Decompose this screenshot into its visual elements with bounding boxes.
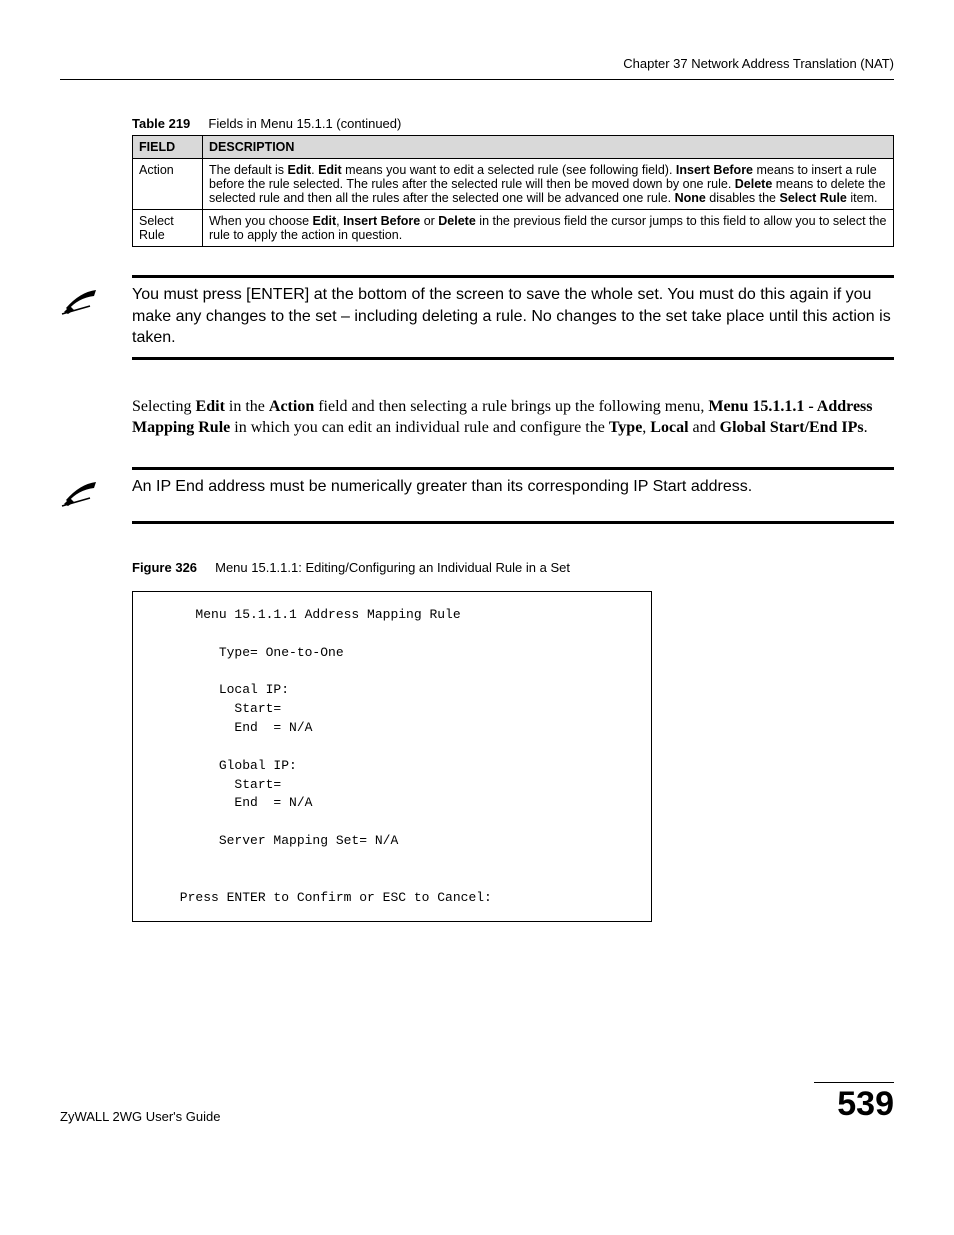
- chapter-header: Chapter 37 Network Address Translation (…: [60, 56, 894, 80]
- description-cell: The default is Edit. Edit means you want…: [203, 159, 894, 210]
- note-icon: [60, 476, 104, 513]
- note-text: An IP End address must be numerically gr…: [132, 476, 894, 498]
- note-divider: [132, 467, 894, 470]
- figure-number: Figure 326: [132, 560, 197, 575]
- table-caption-text: Fields in Menu 15.1.1 (continued): [208, 116, 401, 131]
- terminal-screenshot: Menu 15.1.1.1 Address Mapping Rule Type=…: [132, 591, 652, 923]
- footer-guide-title: ZyWALL 2WG User's Guide: [60, 1109, 220, 1124]
- table-row: Select Rule When you choose Edit, Insert…: [133, 210, 894, 247]
- table-header-row: FIELD DESCRIPTION: [133, 136, 894, 159]
- table-row: Action The default is Edit. Edit means y…: [133, 159, 894, 210]
- col-description: DESCRIPTION: [203, 136, 894, 159]
- table-number: Table 219: [132, 116, 190, 131]
- fields-table: FIELD DESCRIPTION Action The default is …: [132, 135, 894, 247]
- note-divider: [132, 521, 894, 524]
- note-block: You must press [ENTER] at the bottom of …: [60, 275, 894, 360]
- description-cell: When you choose Edit, Insert Before or D…: [203, 210, 894, 247]
- note-icon: [60, 284, 104, 321]
- figure-caption-text: Menu 15.1.1.1: Editing/Configuring an In…: [215, 560, 570, 575]
- field-cell: Select Rule: [133, 210, 203, 247]
- col-field: FIELD: [133, 136, 203, 159]
- page-footer: ZyWALL 2WG User's Guide 539: [0, 1082, 954, 1152]
- note-text: You must press [ENTER] at the bottom of …: [132, 284, 894, 349]
- figure-caption: Figure 326 Menu 15.1.1.1: Editing/Config…: [132, 560, 894, 575]
- note-divider: [132, 275, 894, 278]
- page-number: 539: [814, 1082, 894, 1124]
- table-caption: Table 219 Fields in Menu 15.1.1 (continu…: [132, 116, 894, 131]
- note-block: An IP End address must be numerically gr…: [60, 467, 894, 524]
- note-divider: [132, 357, 894, 360]
- body-paragraph: Selecting Edit in the Action field and t…: [132, 396, 894, 439]
- field-cell: Action: [133, 159, 203, 210]
